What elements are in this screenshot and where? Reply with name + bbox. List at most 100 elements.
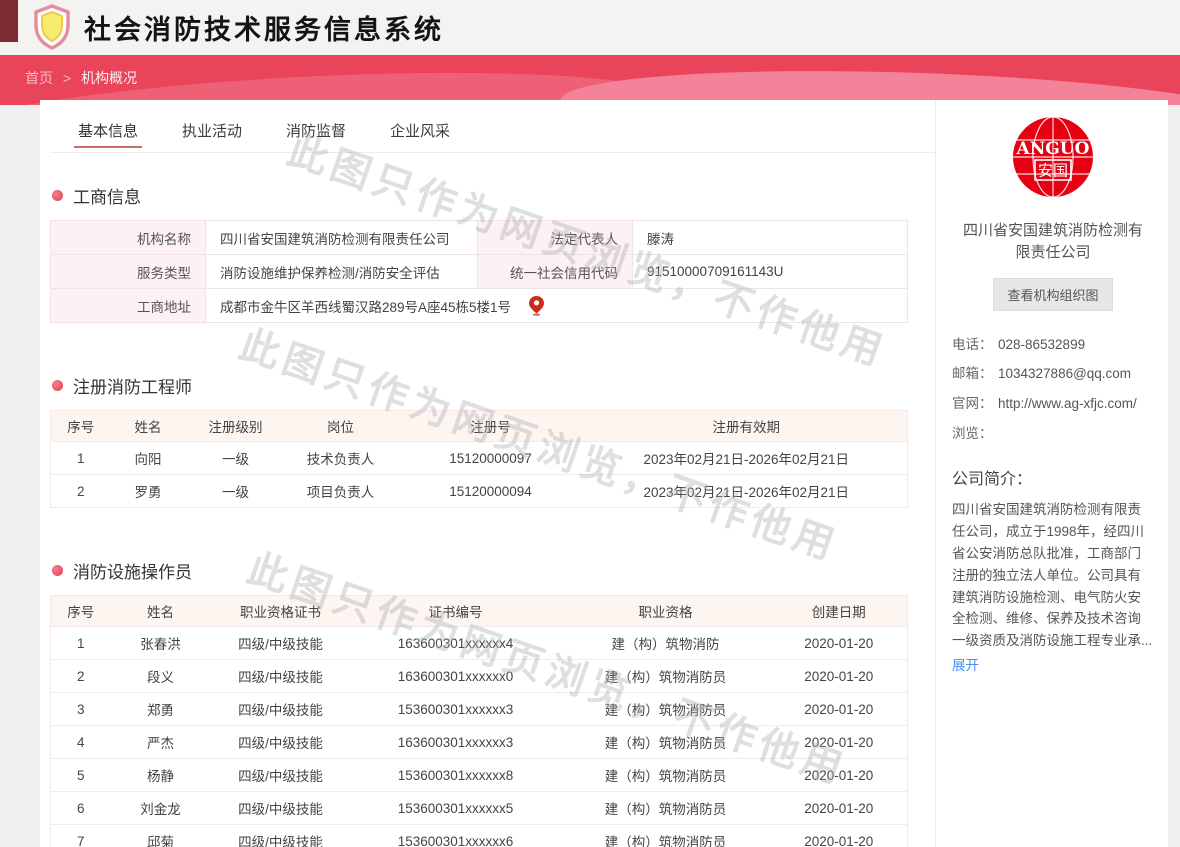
expand-link[interactable]: 展开 (952, 654, 979, 674)
credit-code-value: 91510000709161143U (633, 255, 908, 289)
section-title: 消防设施操作员 (73, 558, 192, 583)
top-header: 社会消防技术服务信息系统 (0, 0, 1180, 55)
section-engineers: 注册消防工程师 (52, 373, 935, 398)
tab-practice-activity[interactable]: 执业活动 (182, 120, 242, 152)
shield-logo-icon (32, 4, 72, 50)
table-cell: 15120000097 (396, 442, 586, 475)
wave-decoration (559, 60, 1180, 105)
table-cell: 7 (51, 825, 111, 847)
table-row: 7邱菊四级/中级技能153600301xxxxxx6建（构）筑物消防员2020-… (51, 825, 908, 847)
table-cell: 2 (51, 660, 111, 693)
table-cell: 罗勇 (111, 475, 186, 508)
table-cell: 四级/中级技能 (211, 660, 351, 693)
table-cell: 2023年02月21日-2026年02月21日 (586, 475, 908, 508)
table-cell: 向阳 (111, 442, 186, 475)
table-row: 6刘金龙四级/中级技能153600301xxxxxx5建（构）筑物消防员2020… (51, 792, 908, 825)
table-cell: 2020-01-20 (771, 627, 908, 660)
table-header-row: 序号姓名职业资格证书证书编号职业资格创建日期 (51, 596, 908, 627)
sidebar-company-name: 四川省安国建筑消防检测有限责任公司 (952, 220, 1154, 264)
table-cell: 2023年02月21日-2026年02月21日 (586, 442, 908, 475)
contact-row: 浏览： (952, 424, 1154, 445)
content-card: 基本信息 执业活动 消防监督 企业风采 工商信息 机构名称 四川省安国建筑消防检… (40, 100, 1168, 847)
table-cell: 6 (51, 792, 111, 825)
table-cell: 严杰 (111, 726, 211, 759)
tab-bar: 基本信息 执业活动 消防监督 企业风采 (50, 100, 935, 153)
table-cell: 一级 (186, 442, 286, 475)
breadcrumb-current: 机构概况 (81, 70, 137, 86)
table-row: 2段义四级/中级技能163600301xxxxxx0建（构）筑物消防员2020-… (51, 660, 908, 693)
column-header: 职业资格 (561, 596, 771, 627)
table-cell: 四级/中级技能 (211, 627, 351, 660)
company-intro-title: 公司简介： (952, 465, 1154, 489)
table-row: 工商地址 成都市金牛区羊西线蜀汉路289号A座45栋5楼1号 (51, 289, 908, 323)
section-title: 注册消防工程师 (73, 373, 192, 398)
page: 社会消防技术服务信息系统 首页 > 机构概况 基本信息 执业活动 消防监督 企业… (0, 0, 1180, 847)
map-pin-icon[interactable] (529, 296, 544, 316)
table-cell: 2020-01-20 (771, 759, 908, 792)
table-cell: 2020-01-20 (771, 726, 908, 759)
table-cell: 四级/中级技能 (211, 726, 351, 759)
table-cell: 建（构）筑物消防员 (561, 693, 771, 726)
table-cell: 建（构）筑物消防员 (561, 825, 771, 847)
logo-text-cn: 安国 (1038, 162, 1068, 180)
table-cell: 四级/中级技能 (211, 759, 351, 792)
legal-rep-value: 滕涛 (633, 221, 908, 255)
table-cell: 153600301xxxxxx6 (351, 825, 561, 847)
column-header: 序号 (51, 411, 111, 442)
table-cell: 1 (51, 442, 111, 475)
operators-table: 序号姓名职业资格证书证书编号职业资格创建日期1张春洪四级/中级技能1636003… (50, 595, 908, 847)
table-cell: 1 (51, 627, 111, 660)
table-cell: 2020-01-20 (771, 693, 908, 726)
column-header: 注册有效期 (586, 411, 908, 442)
table-cell: 15120000094 (396, 475, 586, 508)
business-info-table: 机构名称 四川省安国建筑消防检测有限责任公司 法定代表人 滕涛 服务类型 消防设… (50, 220, 908, 323)
table-cell: 项目负责人 (286, 475, 396, 508)
engineers-table: 序号姓名注册级别岗位注册号注册有效期1向阳一级技术负责人151200000972… (50, 410, 908, 508)
table-cell: 建（构）筑物消防员 (561, 759, 771, 792)
table-cell: 段义 (111, 660, 211, 693)
table-cell: 163600301xxxxxx0 (351, 660, 561, 693)
table-cell: 建（构）筑物消防员 (561, 726, 771, 759)
column-header: 注册号 (396, 411, 586, 442)
table-row: 4严杰四级/中级技能163600301xxxxxx3建（构）筑物消防员2020-… (51, 726, 908, 759)
app-title: 社会消防技术服务信息系统 (84, 8, 444, 47)
table-cell: 郑勇 (111, 693, 211, 726)
org-name-value: 四川省安国建筑消防检测有限责任公司 (206, 221, 478, 255)
contact-row: 官网：http://www.ag-xfjc.com/ (952, 394, 1154, 415)
table-cell: 四级/中级技能 (211, 693, 351, 726)
table-cell: 153600301xxxxxx8 (351, 759, 561, 792)
column-header: 证书编号 (351, 596, 561, 627)
contact-label: 邮箱： (952, 364, 998, 385)
sidebar: ANGUO 安国 四川省安国建筑消防检测有限责任公司 查看机构组织图 电话：02… (935, 100, 1168, 847)
table-cell: 刘金龙 (111, 792, 211, 825)
table-cell: 163600301xxxxxx3 (351, 726, 561, 759)
view-org-chart-button[interactable]: 查看机构组织图 (993, 278, 1112, 311)
table-cell: 建（构）筑物消防员 (561, 660, 771, 693)
address-value: 成都市金牛区羊西线蜀汉路289号A座45栋5楼1号 (220, 300, 511, 315)
breadcrumb-home-link[interactable]: 首页 (25, 70, 53, 86)
main-content: 基本信息 执业活动 消防监督 企业风采 工商信息 机构名称 四川省安国建筑消防检… (40, 100, 935, 847)
field-label: 机构名称 (51, 221, 206, 255)
table-cell: 四级/中级技能 (211, 825, 351, 847)
service-type-value: 消防设施维护保养检测/消防安全评估 (206, 255, 478, 289)
table-cell: 163600301xxxxxx4 (351, 627, 561, 660)
table-cell: 张春洪 (111, 627, 211, 660)
table-cell: 5 (51, 759, 111, 792)
tab-fire-supervision[interactable]: 消防监督 (286, 120, 346, 152)
section-bullet-icon (52, 190, 63, 201)
field-label: 法定代表人 (478, 221, 633, 255)
table-cell: 2020-01-20 (771, 792, 908, 825)
tab-basic-info[interactable]: 基本信息 (78, 120, 138, 152)
table-cell: 邱菊 (111, 825, 211, 847)
table-cell: 153600301xxxxxx5 (351, 792, 561, 825)
table-cell: 建（构）筑物消防员 (561, 792, 771, 825)
table-row: 服务类型 消防设施维护保养检测/消防安全评估 统一社会信用代码 91510000… (51, 255, 908, 289)
table-row: 3郑勇四级/中级技能153600301xxxxxx3建（构）筑物消防员2020-… (51, 693, 908, 726)
tab-company-gallery[interactable]: 企业风采 (390, 120, 450, 152)
breadcrumb: 首页 > 机构概况 (25, 68, 137, 88)
company-logo-anguo: ANGUO 安国 (1012, 116, 1094, 198)
column-header: 注册级别 (186, 411, 286, 442)
brand: 社会消防技术服务信息系统 (32, 4, 444, 50)
contact-row: 电话：028-86532899 (952, 335, 1154, 356)
contact-value: 1034327886@qq.com (998, 364, 1131, 385)
